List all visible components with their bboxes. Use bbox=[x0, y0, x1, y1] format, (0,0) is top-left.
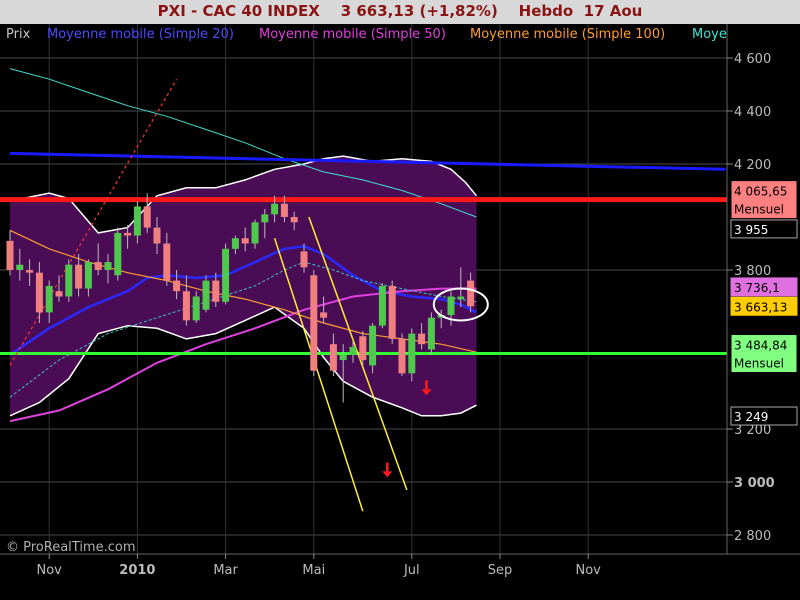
candle-body-10 bbox=[104, 262, 112, 270]
candle-body-21 bbox=[212, 280, 220, 302]
candle-body-8 bbox=[84, 262, 92, 289]
candle-body-30 bbox=[300, 251, 308, 268]
level-tag-value: 3 484,84 bbox=[734, 339, 787, 353]
level-tag-sublabel: Mensuel bbox=[734, 203, 784, 217]
candle-body-47 bbox=[467, 280, 475, 307]
candle-body-7 bbox=[75, 264, 83, 289]
y-tick-label: 3 800 bbox=[734, 264, 771, 279]
value-tag-label: 3 736,1 bbox=[734, 281, 780, 295]
legend-entry: Moyenne mobile (Simple 50) bbox=[259, 27, 446, 42]
x-tick-label: Nov bbox=[576, 563, 602, 578]
candle-body-6 bbox=[65, 264, 73, 297]
value-tag-label: 3 955 bbox=[734, 223, 768, 237]
candle-body-34 bbox=[339, 354, 347, 361]
y-tick-label: 3 000 bbox=[734, 476, 775, 491]
y-tick-label: 4 400 bbox=[734, 105, 771, 120]
candle-body-11 bbox=[114, 232, 122, 276]
candle-body-32 bbox=[320, 312, 328, 318]
chart-title: PXI - CAC 40 INDEX 3 663,13 (+1,82%) Heb… bbox=[157, 2, 643, 20]
candle-body-14 bbox=[143, 206, 151, 228]
candle-body-22 bbox=[222, 248, 230, 302]
candle-body-45 bbox=[447, 296, 455, 316]
candle-body-40 bbox=[398, 338, 406, 374]
x-tick-label: Sep bbox=[488, 563, 513, 578]
x-tick-label: 2010 bbox=[119, 563, 155, 578]
candle-body-24 bbox=[241, 238, 249, 244]
legend-entry: Moyenne mobile (Simple 20) bbox=[47, 27, 234, 42]
candle-body-18 bbox=[182, 291, 190, 321]
candle-body-15 bbox=[153, 227, 161, 244]
value-tag-label: 3 249 bbox=[734, 410, 768, 424]
candle-body-20 bbox=[202, 280, 210, 310]
candle-body-13 bbox=[133, 206, 141, 236]
legend-entry: Prix bbox=[6, 27, 31, 42]
candle-body-36 bbox=[359, 336, 367, 361]
candle-body-5 bbox=[55, 291, 63, 297]
candle-body-9 bbox=[94, 262, 102, 270]
level-tag-sublabel: Mensuel bbox=[734, 357, 784, 371]
y-tick-label: 4 600 bbox=[734, 52, 771, 67]
candle-body-46 bbox=[457, 296, 465, 300]
legend-entry: Moyenne mobile (Simple 100) bbox=[470, 27, 665, 42]
candle-body-3 bbox=[35, 272, 43, 313]
level-tag-value: 4 065,65 bbox=[734, 185, 787, 199]
value-tag-label: 3 663,13 bbox=[734, 300, 787, 314]
candle-body-29 bbox=[290, 217, 298, 223]
candle-body-16 bbox=[163, 243, 171, 281]
candle-body-43 bbox=[427, 317, 435, 350]
candle-body-27 bbox=[271, 203, 279, 215]
title-bar: PXI - CAC 40 INDEX 3 663,13 (+1,82%) Heb… bbox=[0, 0, 800, 25]
candle-body-42 bbox=[418, 333, 426, 345]
candle-body-1 bbox=[16, 264, 24, 270]
candle-body-41 bbox=[408, 333, 416, 374]
candle-body-4 bbox=[45, 285, 53, 313]
candle-body-17 bbox=[173, 280, 181, 292]
legend-entry: Moye bbox=[692, 27, 727, 42]
candle-body-38 bbox=[378, 285, 386, 326]
legend: Prix Moyenne mobile (Simple 20) Moyenne mo… bbox=[6, 27, 727, 42]
candle-body-26 bbox=[261, 214, 269, 223]
watermark: © ProRealTime.com bbox=[6, 540, 136, 555]
candle-body-12 bbox=[124, 232, 132, 236]
x-tick-label: Mar bbox=[213, 563, 238, 578]
candle-body-23 bbox=[231, 238, 239, 249]
y-tick-label: 2 800 bbox=[734, 529, 771, 544]
candle-body-19 bbox=[192, 296, 200, 321]
candle-body-25 bbox=[251, 222, 259, 244]
candle-body-39 bbox=[388, 285, 396, 339]
y-tick-label: 4 200 bbox=[734, 158, 771, 173]
candle-body-2 bbox=[26, 270, 34, 273]
x-tick-label: Jul bbox=[403, 563, 420, 578]
x-tick-label: Nov bbox=[37, 563, 63, 578]
candle-body-28 bbox=[280, 203, 288, 217]
candle-body-37 bbox=[369, 325, 377, 366]
candle-body-33 bbox=[329, 344, 337, 371]
candle-body-35 bbox=[349, 346, 357, 355]
price-chart[interactable]: 4 6004 4004 2003 8003 2003 0002 800 Nov 2… bbox=[0, 24, 800, 600]
candle-body-31 bbox=[310, 275, 318, 371]
x-tick-label: Mai bbox=[302, 563, 325, 578]
candle-body-0 bbox=[6, 240, 14, 270]
